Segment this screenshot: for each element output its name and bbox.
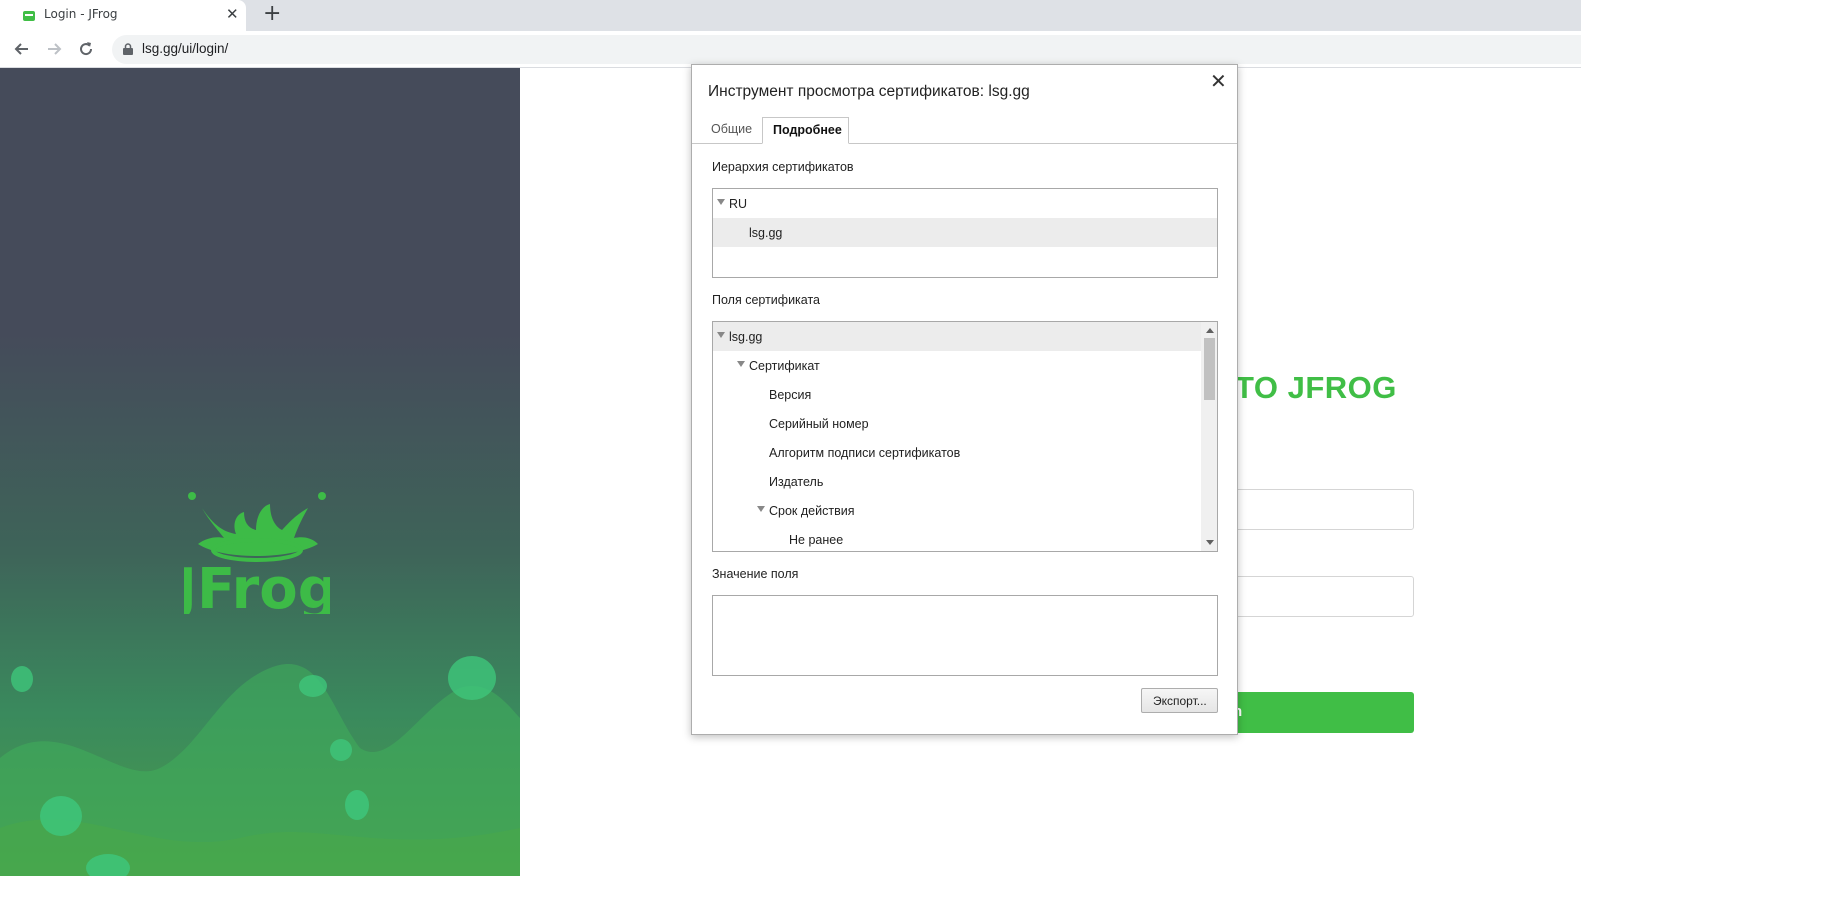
brand-panel: JFrog <box>0 68 520 876</box>
fields-tree[interactable]: lsg.gg Сертификат Версия Серийный номер … <box>712 321 1218 552</box>
browser-toolbar: lsg.gg/ui/login/ <box>0 31 1581 68</box>
fields-label: Поля сертификата <box>712 293 821 307</box>
tab-title: Login - JFrog <box>44 7 118 21</box>
tab-details[interactable]: Подробнее <box>762 117 849 144</box>
brand-logo-text: JFrog <box>184 557 330 614</box>
jfrog-favicon <box>23 11 35 21</box>
expand-triangle-icon[interactable] <box>717 199 725 205</box>
new-tab-button[interactable]: + <box>263 1 281 26</box>
forward-icon[interactable] <box>44 39 64 59</box>
export-button-label: Экспорт... <box>1153 694 1207 708</box>
tab-general[interactable]: Общие <box>701 117 762 144</box>
certificate-viewer-dialog: Инструмент просмотра сертификатов: lsg.g… <box>691 64 1238 735</box>
browser-chrome: Login - JFrog ✕ + lsg.gg/ui/login/ <box>0 0 1581 68</box>
splash-decoration <box>0 656 520 876</box>
field-item[interactable]: Алгоритм подписи сертификатов <box>713 438 1201 467</box>
browser-tab[interactable]: Login - JFrog ✕ <box>0 0 246 31</box>
url-text: lsg.gg/ui/login/ <box>142 41 229 56</box>
scrollbar[interactable] <box>1201 322 1217 551</box>
field-item[interactable]: Версия <box>713 380 1201 409</box>
expand-triangle-icon[interactable] <box>717 332 725 338</box>
jfrog-logo: JFrog <box>184 492 330 614</box>
welcome-heading: TO JFROG <box>1235 370 1397 405</box>
export-button[interactable]: Экспорт... <box>1141 688 1218 713</box>
field-item[interactable]: Серийный номер <box>713 409 1201 438</box>
field-item[interactable]: Не ранее <box>713 525 1201 551</box>
scroll-thumb[interactable] <box>1204 338 1215 400</box>
value-label: Значение поля <box>712 567 799 581</box>
hierarchy-label: Иерархия сертификатов <box>712 160 854 174</box>
close-icon[interactable]: ✕ <box>1210 69 1227 94</box>
field-item[interactable]: Срок действия <box>713 496 1201 525</box>
tab-close-icon[interactable]: ✕ <box>226 5 239 23</box>
address-bar[interactable]: lsg.gg/ui/login/ <box>112 35 1581 64</box>
tab-strip: Login - JFrog ✕ + <box>0 0 1581 31</box>
dialog-title: Инструмент просмотра сертификатов: lsg.g… <box>708 83 1030 100</box>
hierarchy-item-lsg[interactable]: lsg.gg <box>713 218 1217 247</box>
field-value-box[interactable] <box>712 595 1218 676</box>
field-item[interactable]: lsg.gg <box>713 322 1201 351</box>
field-item[interactable]: Сертификат <box>713 351 1201 380</box>
expand-triangle-icon[interactable] <box>757 506 765 512</box>
scroll-up-icon[interactable] <box>1206 328 1214 333</box>
back-icon[interactable] <box>12 39 32 59</box>
lock-icon <box>123 43 133 55</box>
expand-triangle-icon[interactable] <box>737 361 745 367</box>
hierarchy-tree[interactable]: RU lsg.gg <box>712 188 1218 278</box>
hierarchy-item-ru[interactable]: RU <box>713 189 1217 218</box>
reload-icon[interactable] <box>76 39 96 59</box>
scroll-down-icon[interactable] <box>1206 540 1214 545</box>
field-item[interactable]: Издатель <box>713 467 1201 496</box>
